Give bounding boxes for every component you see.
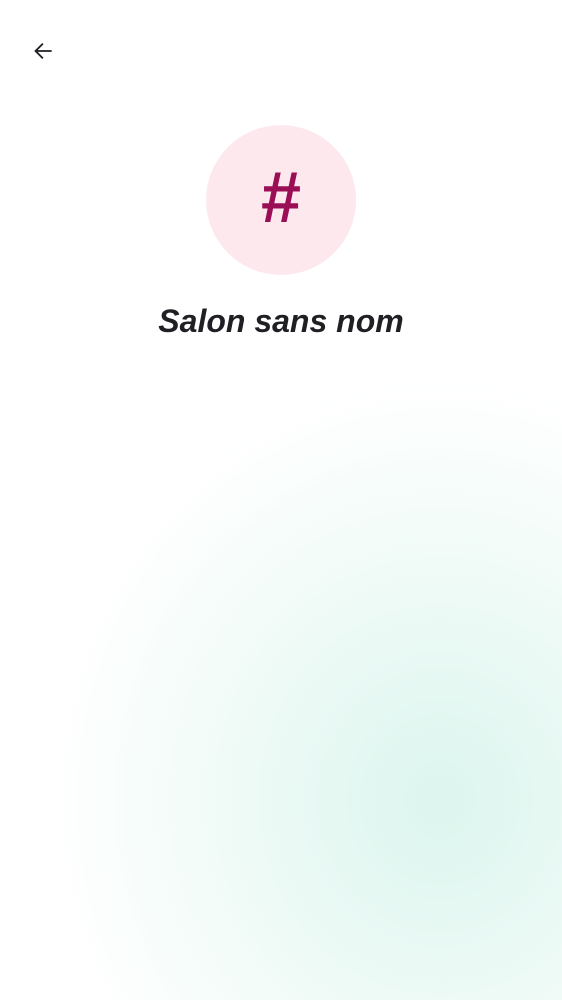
arrow-left-icon [34, 42, 52, 60]
room-avatar: # [206, 125, 356, 275]
room-name: Salon sans nom [158, 303, 404, 339]
room-avatar-hash-icon: # [260, 158, 302, 238]
back-button[interactable] [22, 30, 64, 72]
